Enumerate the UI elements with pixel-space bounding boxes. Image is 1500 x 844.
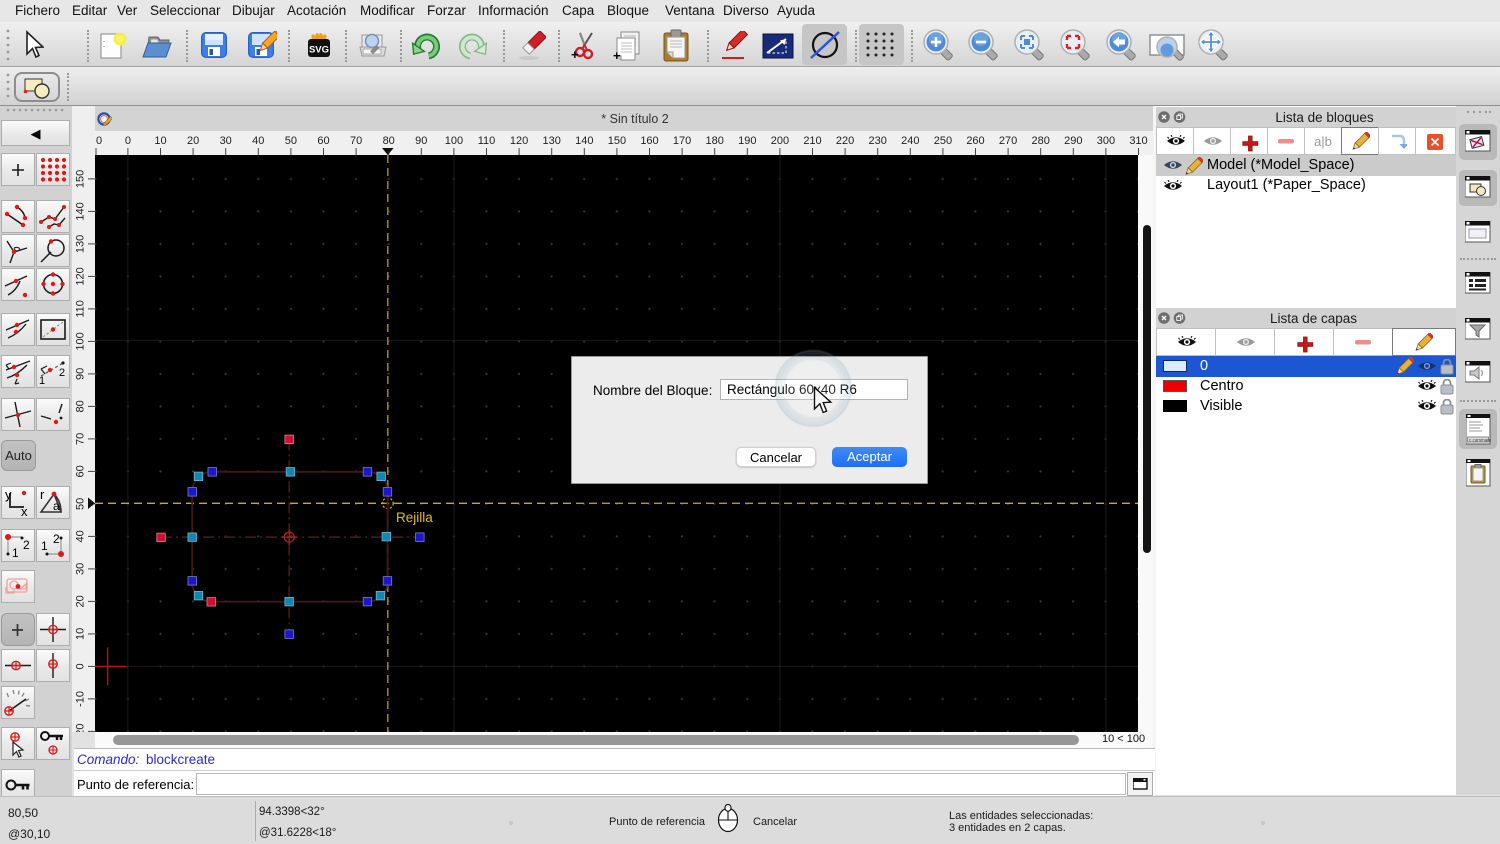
svg-text:60: 60: [75, 465, 87, 477]
svg-text:50: 50: [75, 498, 87, 510]
svg-text:130: 130: [75, 235, 87, 253]
svg-text:120: 120: [510, 135, 528, 147]
svg-text:70: 70: [75, 433, 87, 445]
svg-text:250: 250: [934, 135, 952, 147]
svg-text:x: x: [21, 504, 28, 518]
svg-text:170: 170: [673, 135, 691, 147]
svg-text:2: 2: [59, 367, 65, 379]
svg-text:180: 180: [706, 135, 724, 147]
svg-text:-10: -10: [75, 691, 87, 707]
svg-text:310: 310: [1129, 135, 1147, 147]
svg-text:r: r: [40, 487, 45, 502]
svg-text:210: 210: [803, 135, 821, 147]
svg-text:130: 130: [543, 135, 561, 147]
svg-text:300: 300: [1097, 135, 1115, 147]
svg-text:70: 70: [350, 135, 362, 147]
svg-text:50: 50: [285, 135, 297, 147]
svg-text:a: a: [53, 499, 60, 513]
svg-text:20: 20: [75, 595, 87, 607]
svg-text:90: 90: [415, 135, 427, 147]
svg-text:120: 120: [75, 267, 87, 285]
svg-text:1: 1: [39, 375, 45, 387]
svg-text:0: 0: [125, 135, 131, 147]
svg-text:150: 150: [608, 135, 626, 147]
svg-text:110: 110: [478, 135, 496, 147]
svg-text:290: 290: [1064, 135, 1082, 147]
svg-text:c command: c command: [1469, 438, 1491, 443]
svg-text:40: 40: [252, 135, 264, 147]
svg-text:2: 2: [23, 538, 30, 552]
svg-text:150: 150: [75, 170, 87, 188]
svg-text:140: 140: [75, 202, 87, 220]
svg-text:80: 80: [383, 135, 395, 147]
svg-text:10: 10: [75, 628, 87, 640]
svg-text:230: 230: [869, 135, 887, 147]
svg-text:1: 1: [12, 546, 19, 560]
svg-text:100: 100: [75, 332, 87, 350]
svg-text:0: 0: [96, 135, 102, 147]
svg-text:90: 90: [75, 368, 87, 380]
svg-text:0: 0: [75, 663, 87, 669]
svg-text:100: 100: [445, 135, 463, 147]
svg-text:y: y: [5, 487, 12, 502]
svg-text:220: 220: [836, 135, 854, 147]
svg-text:Rejilla: Rejilla: [396, 510, 433, 525]
svg-text:+: +: [613, 48, 621, 62]
svg-text:-20: -20: [75, 723, 87, 732]
svg-text:10: 10: [154, 135, 166, 147]
svg-text:+: +: [571, 47, 579, 62]
svg-text:SVG: SVG: [309, 45, 329, 56]
svg-text:30: 30: [75, 563, 87, 575]
svg-text:260: 260: [966, 135, 984, 147]
svg-text:40: 40: [75, 530, 87, 542]
svg-text:80: 80: [75, 400, 87, 412]
svg-text:200: 200: [771, 135, 789, 147]
svg-text:270: 270: [999, 135, 1017, 147]
svg-text:20: 20: [187, 135, 199, 147]
svg-text:60: 60: [317, 135, 329, 147]
svg-text:1: 1: [41, 539, 48, 553]
svg-text:280: 280: [1032, 135, 1050, 147]
svg-text:160: 160: [640, 135, 658, 147]
svg-text:2: 2: [53, 532, 60, 546]
svg-text:240: 240: [901, 135, 919, 147]
svg-text:110: 110: [75, 300, 87, 318]
svg-text:190: 190: [738, 135, 756, 147]
svg-text:30: 30: [220, 135, 232, 147]
svg-text:140: 140: [575, 135, 593, 147]
